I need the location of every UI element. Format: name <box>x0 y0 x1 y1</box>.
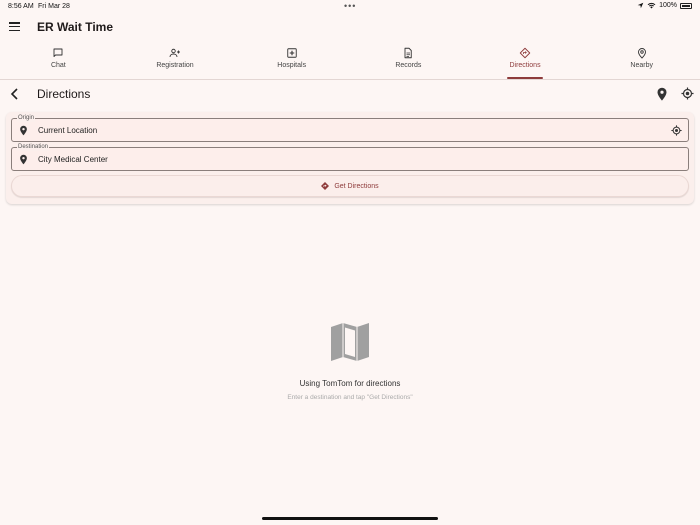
empty-state-subtitle: Enter a destination and tap "Get Directi… <box>287 394 413 401</box>
tab-chat[interactable]: Chat <box>0 44 117 79</box>
tab-nearby[interactable]: Nearby <box>583 44 700 79</box>
page-title: Directions <box>37 87 91 101</box>
status-bar: 8:56 AM Fri Mar 28 ••• 100% <box>0 0 700 13</box>
status-right: 100% <box>637 2 692 9</box>
origin-field[interactable]: Origin <box>11 114 689 142</box>
status-time: 8:56 AM <box>8 3 34 10</box>
tab-label: Directions <box>509 62 541 69</box>
status-date: Fri Mar 28 <box>38 3 70 10</box>
tab-label: Nearby <box>630 62 653 69</box>
use-current-location-icon[interactable] <box>671 125 682 136</box>
location-pin-icon <box>637 48 646 59</box>
app-title: ER Wait Time <box>37 20 114 34</box>
origin-label: Origin <box>17 114 36 122</box>
directions-form-card: Origin Destination Get Directions <box>6 112 694 204</box>
origin-pin-icon <box>20 125 27 136</box>
my-location-icon[interactable] <box>681 87 694 100</box>
tab-registration[interactable]: Registration <box>117 44 234 79</box>
destination-label: Destination <box>17 143 50 151</box>
tab-records[interactable]: Records <box>350 44 467 79</box>
directions-icon <box>321 182 330 190</box>
map-icon <box>331 323 369 361</box>
destination-input[interactable] <box>38 155 638 164</box>
wifi-icon <box>647 2 656 9</box>
get-directions-button[interactable]: Get Directions <box>11 175 689 197</box>
multitask-dots[interactable]: ••• <box>344 1 356 11</box>
tab-directions[interactable]: Directions <box>467 44 584 79</box>
empty-state-title: Using TomTom for directions <box>299 379 401 388</box>
origin-input[interactable] <box>38 126 638 135</box>
destination-field[interactable]: Destination <box>11 143 689 171</box>
page-header: Directions <box>0 82 700 106</box>
document-icon <box>404 47 413 59</box>
back-arrow-icon[interactable] <box>9 87 21 101</box>
tab-label: Hospitals <box>277 62 307 69</box>
battery-icon <box>680 2 692 9</box>
tab-label: Registration <box>156 62 194 69</box>
home-indicator[interactable] <box>262 517 438 520</box>
tab-label: Records <box>395 62 422 69</box>
person-add-icon <box>169 48 180 58</box>
hospital-icon <box>286 48 297 58</box>
tab-bar: Chat Registration Hospitals Records Dire… <box>0 44 700 80</box>
location-arrow-icon <box>637 2 644 9</box>
tab-hospitals[interactable]: Hospitals <box>233 44 350 79</box>
directions-icon <box>519 47 531 59</box>
hamburger-menu-icon[interactable] <box>9 22 20 32</box>
empty-state: Using TomTom for directions Enter a dest… <box>0 322 700 401</box>
chat-icon <box>53 48 63 57</box>
map-pin-icon[interactable] <box>656 87 668 101</box>
app-bar: ER Wait Time <box>0 13 700 41</box>
battery-percent: 100% <box>659 2 677 9</box>
tab-label: Chat <box>50 62 66 69</box>
destination-pin-icon <box>20 154 27 165</box>
get-directions-label: Get Directions <box>334 182 379 190</box>
